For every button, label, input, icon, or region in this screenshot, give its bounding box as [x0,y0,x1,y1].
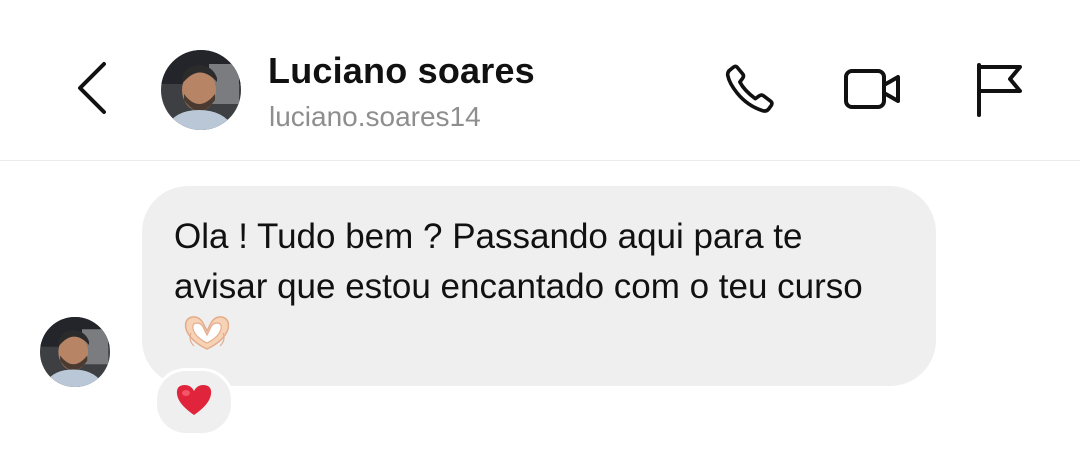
heart-hands-emoji-icon [182,313,232,367]
chevron-left-icon [74,60,110,121]
chat-header: Luciano soares luciano.soares14 [0,0,1080,161]
flag-icon [970,59,1026,124]
message-bubble[interactable]: Ola ! Tudo bem ? Passando aqui para te a… [142,186,936,386]
message-text: Ola ! Tudo bem ? Passando aqui para te a… [174,212,896,367]
contact-avatar[interactable] [161,50,241,130]
call-button[interactable] [717,58,783,124]
sender-avatar[interactable] [40,317,110,387]
contact-name[interactable]: Luciano soares [268,50,535,92]
back-button[interactable] [62,60,122,120]
video-camera-icon [841,61,905,122]
red-heart-icon [175,383,213,422]
report-button[interactable] [965,58,1031,124]
message-reaction[interactable] [154,368,234,436]
message-text-content: Ola ! Tudo bem ? Passando aqui para te a… [174,217,863,306]
video-call-button[interactable] [840,58,906,124]
phone-icon [721,60,779,123]
contact-handle: luciano.soares14 [269,101,481,132]
